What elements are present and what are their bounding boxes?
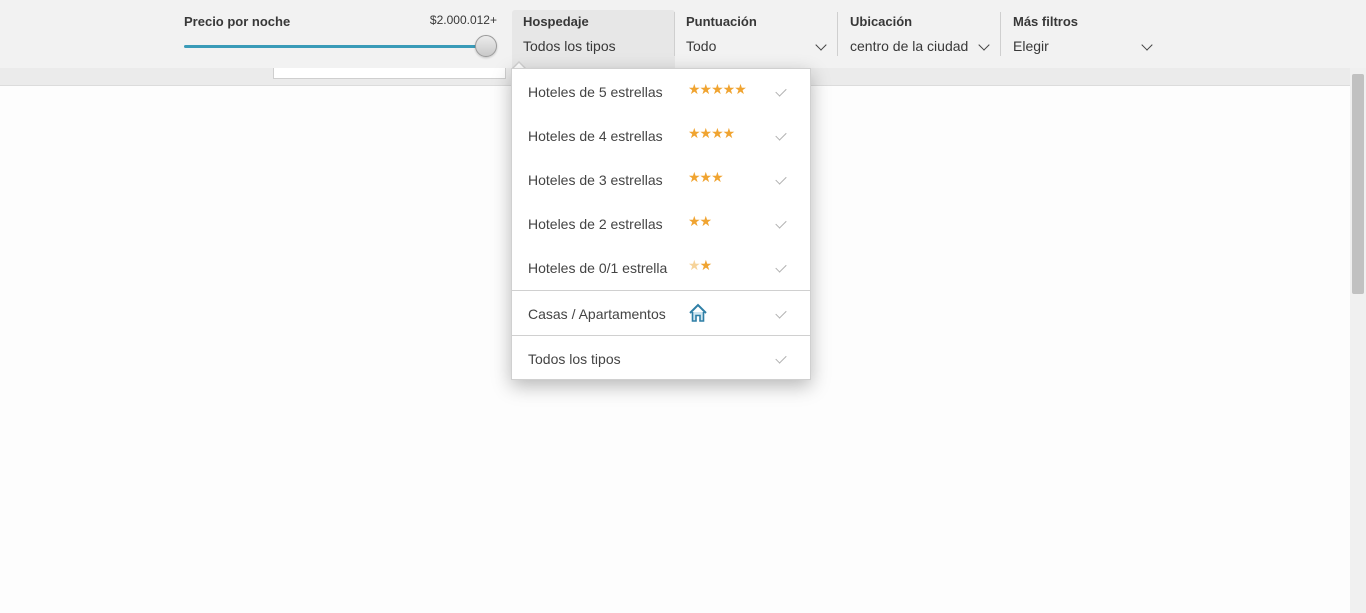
- price-slider-handle[interactable]: [475, 35, 497, 57]
- faded-star-icon: ★: [688, 257, 701, 273]
- check-icon: [775, 352, 787, 364]
- page-scrollbar[interactable]: [1350, 68, 1366, 613]
- option-todos-los-tipos[interactable]: Todos los tipos: [512, 336, 810, 380]
- star-icon: ★★★: [688, 169, 724, 185]
- puntuacion-value: Todo: [686, 38, 717, 54]
- option-label: Todos los tipos: [528, 351, 621, 367]
- puntuacion-label: Puntuación: [686, 14, 757, 29]
- option-5-stars[interactable]: Hoteles de 5 estrellas ★★★★★: [512, 69, 810, 113]
- hospedaje-dropdown: Hoteles de 5 estrellas ★★★★★ Hoteles de …: [511, 68, 811, 380]
- check-icon: [775, 261, 787, 273]
- price-slider-track[interactable]: [184, 45, 488, 48]
- option-3-stars[interactable]: Hoteles de 3 estrellas ★★★: [512, 157, 810, 201]
- star-icon: ★★: [688, 213, 712, 229]
- option-label: Casas / Apartamentos: [528, 306, 666, 322]
- mas-filtros-filter[interactable]: Más filtros Elegir: [1001, 0, 1164, 68]
- mas-filtros-label: Más filtros: [1013, 14, 1079, 29]
- star-icon: ★★: [688, 257, 713, 274]
- option-label: Hoteles de 5 estrellas: [528, 84, 663, 100]
- ubicacion-label: Ubicación: [850, 14, 913, 29]
- ubicacion-filter[interactable]: Ubicación centro de la ciudad: [838, 0, 1001, 68]
- hospedaje-label: Hospedaje: [523, 14, 589, 29]
- search-input[interactable]: [273, 68, 506, 79]
- chevron-down-icon: [1141, 39, 1153, 51]
- scrollbar-thumb[interactable]: [1352, 74, 1364, 294]
- puntuacion-filter[interactable]: Puntuación Todo: [675, 0, 838, 68]
- option-casas-apartamentos[interactable]: Casas / Apartamentos: [512, 291, 810, 335]
- check-icon: [775, 173, 787, 185]
- chevron-down-icon: [978, 39, 990, 51]
- star-icon: ★: [699, 257, 713, 273]
- price-filter: Precio por noche $2.000.012+: [184, 0, 502, 68]
- option-label: Hoteles de 2 estrellas: [528, 216, 663, 232]
- option-label: Hoteles de 4 estrellas: [528, 128, 663, 144]
- option-2-stars[interactable]: Hoteles de 2 estrellas ★★: [512, 201, 810, 245]
- star-icon: ★★★★★: [688, 81, 747, 97]
- hospedaje-filter[interactable]: Hospedaje Todos los tipos: [512, 10, 675, 70]
- check-icon: [775, 129, 787, 141]
- price-amount: $2.000.012+: [429, 13, 497, 27]
- filter-bar: Precio por noche $2.000.012+ Hospedaje T…: [0, 0, 1366, 70]
- hospedaje-value: Todos los tipos: [523, 38, 616, 54]
- price-label: Precio por noche: [184, 14, 291, 29]
- check-icon: [775, 85, 787, 97]
- option-label: Hoteles de 0/1 estrella: [528, 260, 668, 276]
- option-label: Hoteles de 3 estrellas: [528, 172, 663, 188]
- house-icon: [689, 303, 707, 322]
- ubicacion-value: centro de la ciudad: [850, 38, 969, 54]
- mas-filtros-value: Elegir: [1013, 38, 1049, 54]
- check-icon: [775, 307, 787, 319]
- option-4-stars[interactable]: Hoteles de 4 estrellas ★★★★: [512, 113, 810, 157]
- chevron-down-icon: [815, 39, 827, 51]
- check-icon: [775, 217, 787, 229]
- star-icon: ★★★★: [688, 125, 735, 141]
- option-0-1-star[interactable]: Hoteles de 0/1 estrella ★★: [512, 245, 810, 289]
